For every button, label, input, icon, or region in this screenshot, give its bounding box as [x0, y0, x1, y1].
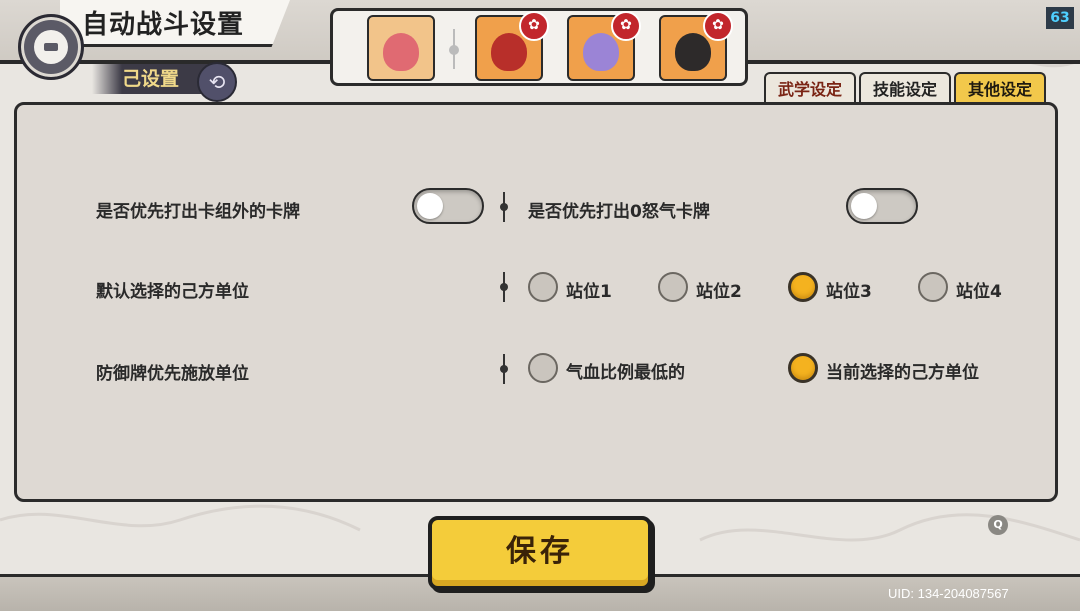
- hero-portrait-3[interactable]: ✿: [567, 11, 641, 81]
- radio-label-lowest-hp: 气血比例最低的: [566, 363, 685, 383]
- radio-label-position-1: 站位1: [566, 282, 612, 302]
- radio-position-2[interactable]: [658, 272, 688, 302]
- settings-panel: [14, 102, 1058, 502]
- hero-lineup: ✿ ✿ ✿: [330, 8, 748, 86]
- radio-label-position-3: 站位3: [826, 282, 872, 302]
- tab-skills[interactable]: 技能设定: [859, 72, 951, 104]
- row-separator: [500, 192, 508, 222]
- radio-current-selected-unit[interactable]: [788, 353, 818, 383]
- radio-position-4[interactable]: [918, 272, 948, 302]
- hero-portrait-2[interactable]: ✿: [475, 11, 549, 81]
- hero-face: [491, 33, 527, 71]
- hero-portrait-4[interactable]: ✿: [659, 11, 733, 81]
- level-badge: 63: [1046, 7, 1074, 29]
- preset-tag: 己设置: [92, 64, 212, 94]
- toggle-out-of-deck[interactable]: [412, 188, 484, 224]
- back-arrow-icon: [34, 30, 68, 64]
- toggle-knob: [851, 193, 877, 219]
- setting-label-default-unit: 默认选择的己方单位: [96, 282, 249, 302]
- toggle-knob: [417, 193, 443, 219]
- hero-face: [675, 33, 711, 71]
- setting-label-out-of-deck: 是否优先打出卡组外的卡牌: [96, 202, 300, 222]
- lineup-divider: [449, 29, 459, 69]
- save-button[interactable]: 保存: [428, 516, 652, 590]
- radio-lowest-hp[interactable]: [528, 353, 558, 383]
- back-button[interactable]: [18, 14, 84, 80]
- tab-wuxue[interactable]: 武学设定: [764, 72, 856, 104]
- hero-skill-badge-icon: ✿: [703, 11, 733, 41]
- hero-face: [583, 33, 619, 71]
- tab-other[interactable]: 其他设定: [954, 72, 1046, 104]
- setting-label-defense-target: 防御牌优先施放单位: [96, 364, 249, 384]
- help-icon[interactable]: Q: [988, 515, 1008, 535]
- switch-preset-icon[interactable]: ⟲: [197, 62, 237, 102]
- radio-label-current-selected-unit: 当前选择的己方单位: [826, 363, 979, 383]
- uid-label: UID: 134-204087567: [888, 586, 1009, 601]
- page-title: 自动战斗设置: [82, 10, 245, 40]
- hero-portrait-1[interactable]: [367, 15, 435, 81]
- radio-label-position-2: 站位2: [696, 282, 742, 302]
- hero-skill-badge-icon: ✿: [519, 11, 549, 41]
- hero-face: [383, 33, 419, 71]
- row-separator: [500, 354, 508, 384]
- radio-position-3[interactable]: [788, 272, 818, 302]
- radio-label-position-4: 站位4: [956, 282, 1002, 302]
- setting-label-zero-rage: 是否优先打出0怒气卡牌: [528, 202, 710, 222]
- radio-position-1[interactable]: [528, 272, 558, 302]
- toggle-zero-rage[interactable]: [846, 188, 918, 224]
- hero-skill-badge-icon: ✿: [611, 11, 641, 41]
- row-separator: [500, 272, 508, 302]
